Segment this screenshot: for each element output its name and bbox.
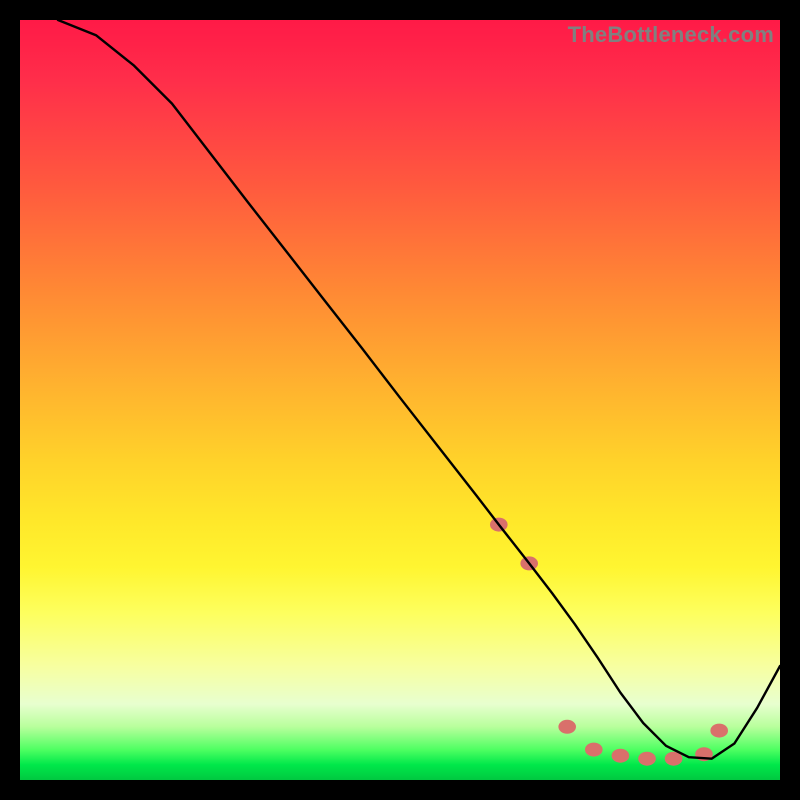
highlight-dot — [585, 743, 603, 757]
highlight-dot — [638, 752, 656, 766]
highlight-dot — [612, 749, 630, 763]
plot-area: TheBottleneck.com — [20, 20, 780, 780]
chart-frame: TheBottleneck.com — [0, 0, 800, 800]
highlight-dots-group — [490, 518, 728, 766]
highlight-dot — [710, 724, 728, 738]
highlight-dot — [558, 720, 576, 734]
bottleneck-curve — [58, 20, 780, 759]
curve-layer — [20, 20, 780, 780]
